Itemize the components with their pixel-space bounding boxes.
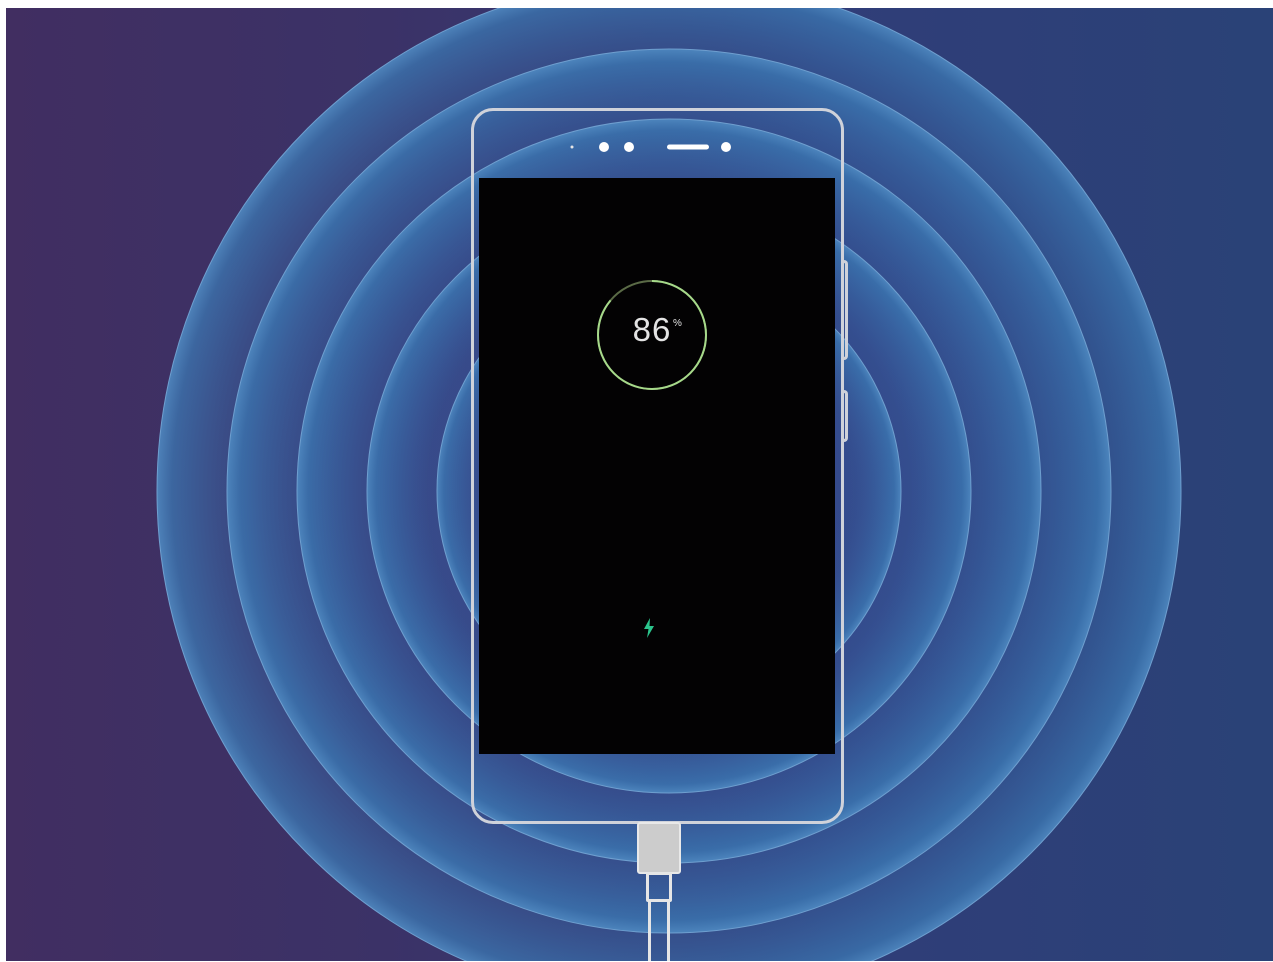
cable-strain-relief [646, 872, 672, 902]
phone-screen: 86 % [479, 178, 835, 754]
front-sensors [570, 142, 731, 152]
battery-percentage: 86 [632, 311, 672, 348]
sensor-dot-small [570, 145, 574, 149]
volume-button [842, 260, 848, 360]
charging-illustration: 86 % [6, 8, 1273, 961]
percent-sign: % [673, 318, 682, 329]
charging-cable [648, 900, 670, 961]
front-camera-icon [599, 142, 609, 152]
earpiece-speaker [667, 144, 709, 150]
light-sensor-icon [624, 142, 634, 152]
lightning-bolt-icon [644, 618, 654, 638]
proximity-sensor-icon [721, 142, 731, 152]
usb-connector [637, 822, 681, 874]
power-button [842, 390, 848, 442]
